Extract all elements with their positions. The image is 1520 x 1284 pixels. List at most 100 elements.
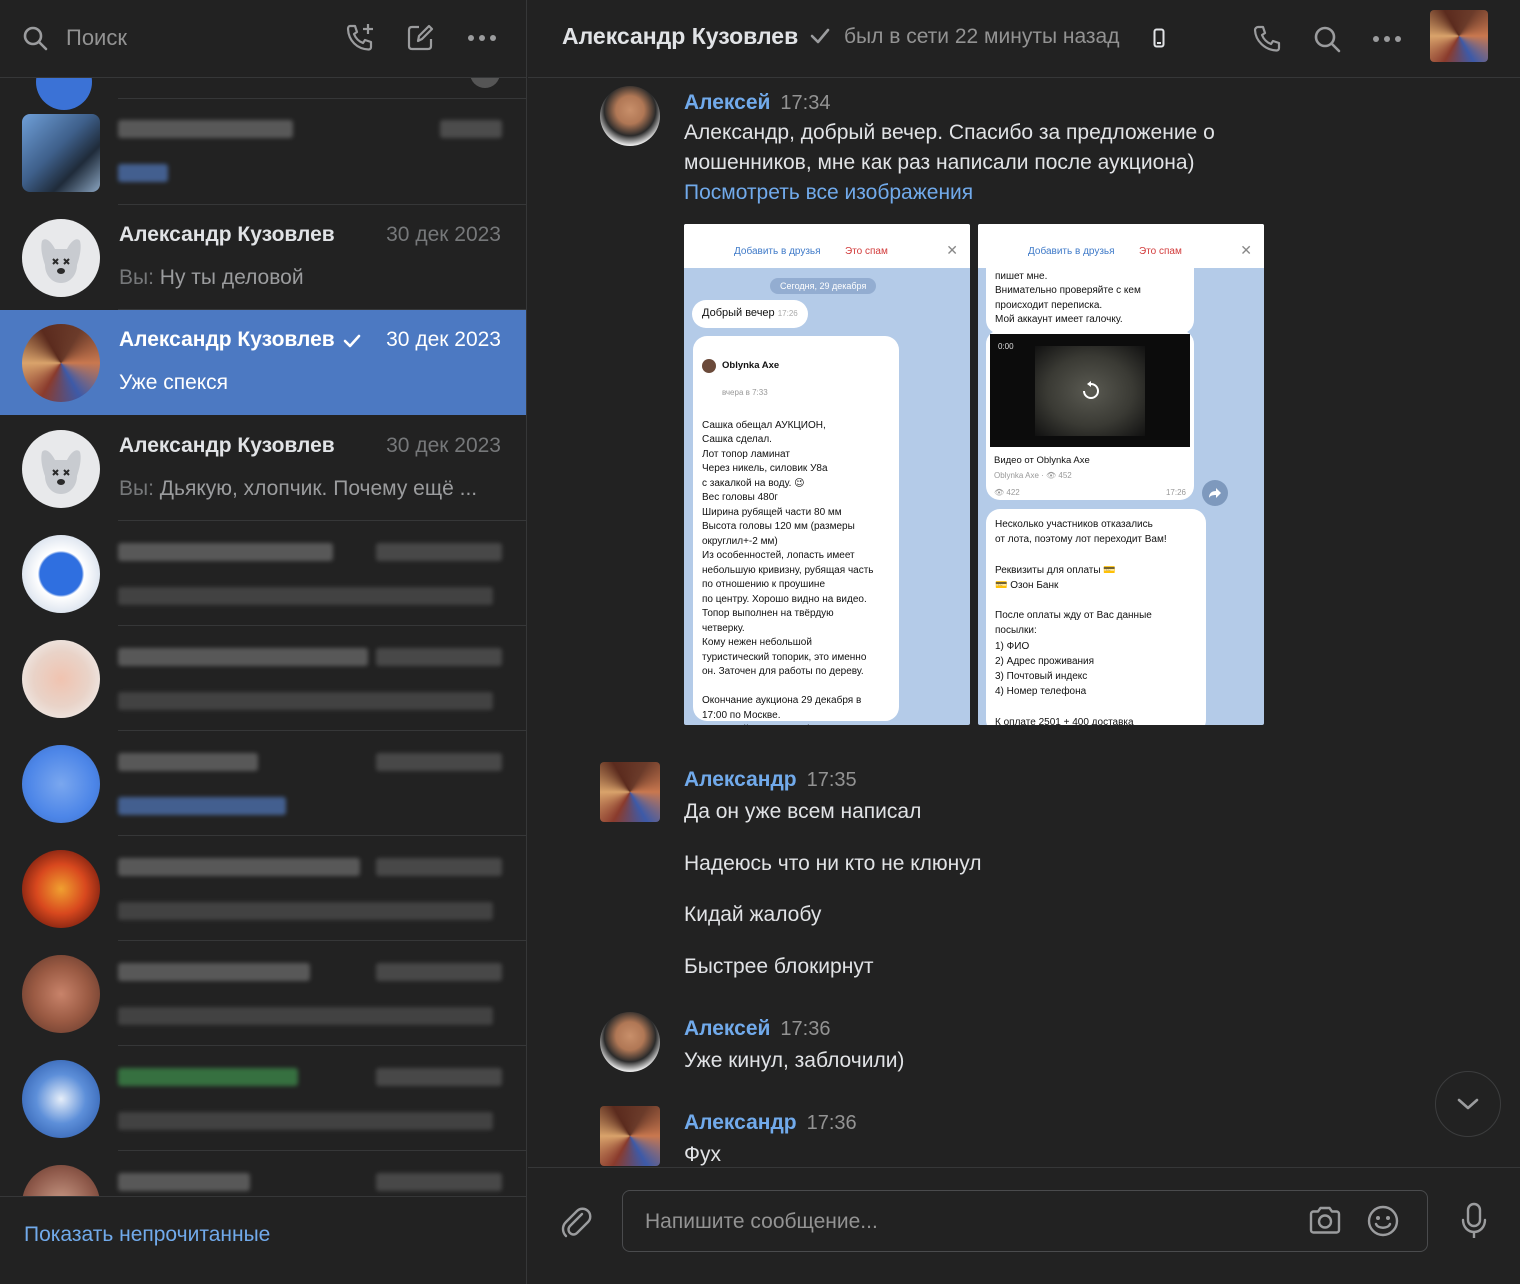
video-meta: Oblynka Axe · 👁 452	[994, 471, 1072, 480]
you-prefix: Вы:	[119, 266, 154, 289]
avatar	[702, 358, 716, 373]
preview-placeholder	[118, 164, 168, 182]
chat-row-blurred[interactable]	[0, 731, 526, 836]
call-icon[interactable]	[1248, 20, 1286, 58]
date-placeholder	[376, 1068, 502, 1086]
message-author[interactable]: Александр 17:36	[684, 1111, 857, 1135]
video-preview[interactable]: 0:00	[990, 334, 1190, 447]
message-history: Алексей 17:34 Александр, добрый вечер. Сп…	[528, 78, 1520, 1167]
message-author[interactable]: Алексей 17:34	[684, 91, 830, 115]
add-friend-label: Добавить в друзья	[734, 246, 821, 257]
more-icon[interactable]	[1368, 20, 1406, 58]
message-time: 17:35	[806, 769, 857, 791]
peer-avatar[interactable]	[1430, 10, 1488, 62]
show-unread-link[interactable]: Показать непрочитанные	[24, 1223, 270, 1247]
search-icon[interactable]	[1308, 20, 1346, 58]
avatar[interactable]	[600, 86, 660, 146]
chat-row-blurred[interactable]	[0, 626, 526, 731]
video-caption: Видео от Oblynka Axe	[994, 455, 1090, 466]
you-prefix: Вы:	[119, 477, 154, 500]
preview-placeholder	[118, 587, 493, 605]
message-composer	[528, 1167, 1520, 1284]
date-placeholder	[376, 1173, 502, 1191]
date-placeholder	[376, 543, 502, 561]
compose-icon[interactable]	[402, 20, 438, 56]
message-author[interactable]: Алексей 17:36	[684, 1017, 830, 1041]
video-duration: 0:00	[998, 342, 1014, 351]
chat-date: 30 дек 2023	[386, 223, 501, 246]
chat-row-selected[interactable]: Александр Кузовлев 30 дек 2023 Уже спекс…	[0, 310, 526, 415]
search-input[interactable]	[66, 22, 306, 54]
avatar	[22, 1060, 100, 1138]
verified-icon	[343, 334, 360, 348]
preview-placeholder	[118, 1007, 493, 1025]
chat-row[interactable]: Александр Кузовлев 30 дек 2023 Вы: Дьяку…	[0, 416, 526, 521]
message-author[interactable]: Александр 17:35	[684, 768, 857, 792]
sidebar-header	[0, 0, 526, 78]
avatar	[22, 955, 100, 1033]
preview-placeholder	[118, 797, 286, 815]
chat-preview: Вы: Ну ты деловой	[119, 266, 499, 290]
message-text: Быстрее блокирнут	[684, 955, 874, 978]
scroll-down-button[interactable]	[1435, 1071, 1501, 1137]
message-input[interactable]	[645, 1207, 1265, 1237]
date-placeholder	[376, 963, 502, 981]
avatar	[22, 1165, 100, 1196]
name-placeholder	[118, 1173, 250, 1191]
close-icon: ✕	[1240, 242, 1252, 258]
microphone-icon[interactable]	[1458, 1202, 1490, 1240]
name-placeholder	[118, 963, 310, 981]
chat-row-blurred[interactable]	[0, 836, 526, 941]
avatar[interactable]	[600, 762, 660, 822]
peer-name[interactable]: Александр Кузовлев	[562, 23, 798, 50]
chat-row-blurred[interactable]	[0, 941, 526, 1046]
message-text: Кидай жалобу	[684, 903, 822, 926]
chat-preview: Вы: Дьякую, хлопчик. Почему ещё ...	[119, 477, 499, 501]
add-call-icon[interactable]	[342, 20, 378, 56]
preview-placeholder	[118, 902, 493, 920]
message-text: Да он уже всем написал	[684, 800, 922, 823]
chat-row-blurred[interactable]	[0, 78, 526, 110]
date-placeholder	[376, 858, 502, 876]
chat-row-blurred[interactable]	[0, 100, 526, 205]
message-text: Уже кинул, заблочили)	[684, 1049, 905, 1072]
avatar	[22, 640, 100, 718]
message-time: 17:36	[806, 1112, 857, 1134]
message-text: мошенников, мне как раз написали после а…	[684, 151, 1195, 174]
name-placeholder	[118, 1068, 298, 1086]
date-placeholder	[440, 120, 502, 138]
view-all-images-link[interactable]: Посмотреть все изображения	[684, 181, 973, 205]
chat-list: Александр Кузовлев 30 дек 2023 Вы: Ну ты…	[0, 78, 526, 1196]
message-time: 17:36	[780, 1018, 831, 1040]
chat-row-blurred[interactable]	[0, 1151, 526, 1196]
chat-row[interactable]: Александр Кузовлев 30 дек 2023 Вы: Ну ты…	[0, 205, 526, 310]
name-placeholder	[118, 858, 360, 876]
chat-row-blurred[interactable]	[0, 1046, 526, 1151]
chat-row-blurred[interactable]	[0, 521, 526, 626]
name-placeholder	[118, 753, 258, 771]
avatar	[22, 850, 100, 928]
attached-image[interactable]: Добавить в друзья Это спам ✕ Сегодня, 29…	[684, 224, 970, 725]
emoji-icon[interactable]	[1365, 1203, 1401, 1239]
avatar[interactable]	[600, 1106, 660, 1166]
chat-action-bar: Добавить в друзья Это спам ✕	[978, 224, 1264, 268]
message-text: Александр, добрый вечер. Спасибо за пред…	[684, 121, 1215, 144]
forward-time: вчера в 7:33	[722, 387, 768, 397]
date-placeholder	[376, 648, 502, 666]
attached-image[interactable]: Добавить в друзья Это спам ✕ пишет мне. …	[978, 224, 1264, 725]
camera-icon[interactable]	[1307, 1203, 1343, 1239]
chevron-down-icon	[1457, 1098, 1479, 1110]
chat-sidebar: Александр Кузовлев 30 дек 2023 Вы: Ну ты…	[0, 0, 527, 1284]
attach-icon[interactable]	[558, 1204, 594, 1240]
video-bubble: 0:00 Видео от Oblynka Axe Oblynka Axe · …	[986, 330, 1194, 500]
message-input-box[interactable]	[622, 1190, 1428, 1252]
unread-badge	[470, 78, 500, 88]
payment-bubble: Несколько участников отказались от лота,…	[986, 509, 1206, 725]
chat-action-bar: Добавить в друзья Это спам ✕	[684, 224, 970, 268]
vk-dog-avatar	[22, 430, 100, 508]
add-friend-label: Добавить в друзья	[1028, 246, 1115, 257]
chat-preview: Уже спекся	[119, 371, 229, 394]
search-icon	[23, 26, 48, 51]
more-icon[interactable]	[464, 20, 500, 56]
avatar[interactable]	[600, 1012, 660, 1072]
